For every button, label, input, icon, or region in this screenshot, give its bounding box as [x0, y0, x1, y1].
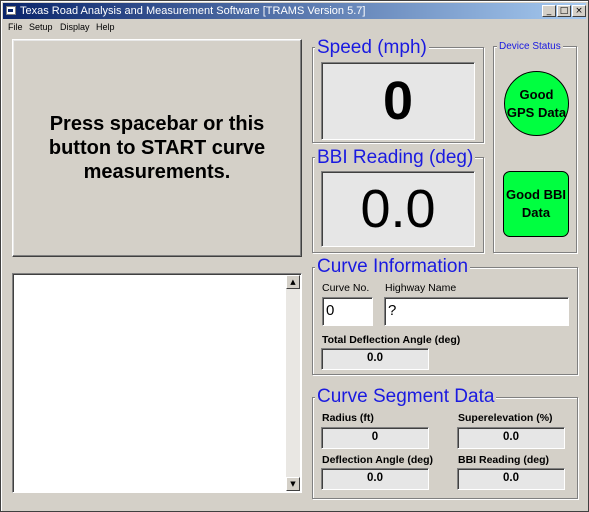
- app-window: Texas Road Analysis and Measurement Soft…: [0, 0, 589, 512]
- close-button[interactable]: ×: [572, 5, 586, 17]
- radius-value: 0: [321, 427, 429, 449]
- segment-bbi-label: BBI Reading (deg): [458, 454, 549, 466]
- gps-status-label: Good GPS Data: [506, 86, 567, 120]
- bbi-status-indicator: Good BBI Data: [503, 171, 569, 237]
- bbi-display: 0.0: [321, 171, 475, 247]
- title-bar[interactable]: Texas Road Analysis and Measurement Soft…: [3, 3, 586, 19]
- speed-legend: Speed (mph): [315, 37, 429, 58]
- radius-label: Radius (ft): [322, 412, 374, 424]
- start-measurement-button[interactable]: Press spacebar or this button to START c…: [12, 39, 302, 257]
- menu-setup[interactable]: Setup: [26, 19, 56, 35]
- total-deflection-value: 0.0: [321, 348, 429, 370]
- deflection-angle-label: Deflection Angle (deg): [322, 454, 434, 466]
- scroll-down-arrow-icon[interactable]: ▼: [286, 477, 300, 491]
- curve-no-input[interactable]: 0: [322, 297, 373, 326]
- speed-value: 0: [382, 71, 414, 131]
- deflection-angle-value: 0.0: [321, 468, 429, 490]
- total-deflection-label: Total Deflection Angle (deg): [322, 334, 461, 346]
- menu-help[interactable]: Help: [93, 19, 118, 35]
- superelevation-label: Superelevation (%): [458, 412, 553, 424]
- scroll-up-arrow-icon[interactable]: ▲: [286, 275, 300, 289]
- highway-name-input[interactable]: ?: [384, 297, 569, 326]
- log-textarea[interactable]: ▲ ▼: [12, 273, 302, 493]
- menu-file[interactable]: File: [5, 19, 26, 35]
- segment-bbi-value: 0.0: [457, 468, 565, 490]
- menu-bar: File Setup Display Help: [3, 19, 586, 35]
- menu-display[interactable]: Display: [57, 19, 93, 35]
- maximize-button[interactable]: □: [557, 5, 571, 17]
- bbi-legend: BBI Reading (deg): [315, 147, 476, 168]
- start-button-label: Press spacebar or this button to START c…: [48, 113, 266, 183]
- app-icon: [6, 6, 16, 15]
- bbi-status-label: Good BBI Data: [506, 187, 566, 220]
- bbi-value: 0.0: [360, 179, 436, 239]
- curve-information-legend: Curve Information: [315, 256, 471, 277]
- minimize-button[interactable]: _: [542, 5, 556, 17]
- gps-status-indicator: Good GPS Data: [504, 71, 569, 136]
- curve-segment-legend: Curve Segment Data: [315, 386, 497, 407]
- speed-display: 0: [321, 62, 475, 140]
- highway-name-label: Highway Name: [385, 282, 457, 294]
- window-title: Texas Road Analysis and Measurement Soft…: [20, 5, 366, 17]
- curve-no-label: Curve No.: [322, 282, 370, 294]
- vertical-scrollbar[interactable]: ▲ ▼: [286, 275, 300, 491]
- device-status-legend: Device Status: [497, 41, 563, 53]
- superelevation-value: 0.0: [457, 427, 565, 449]
